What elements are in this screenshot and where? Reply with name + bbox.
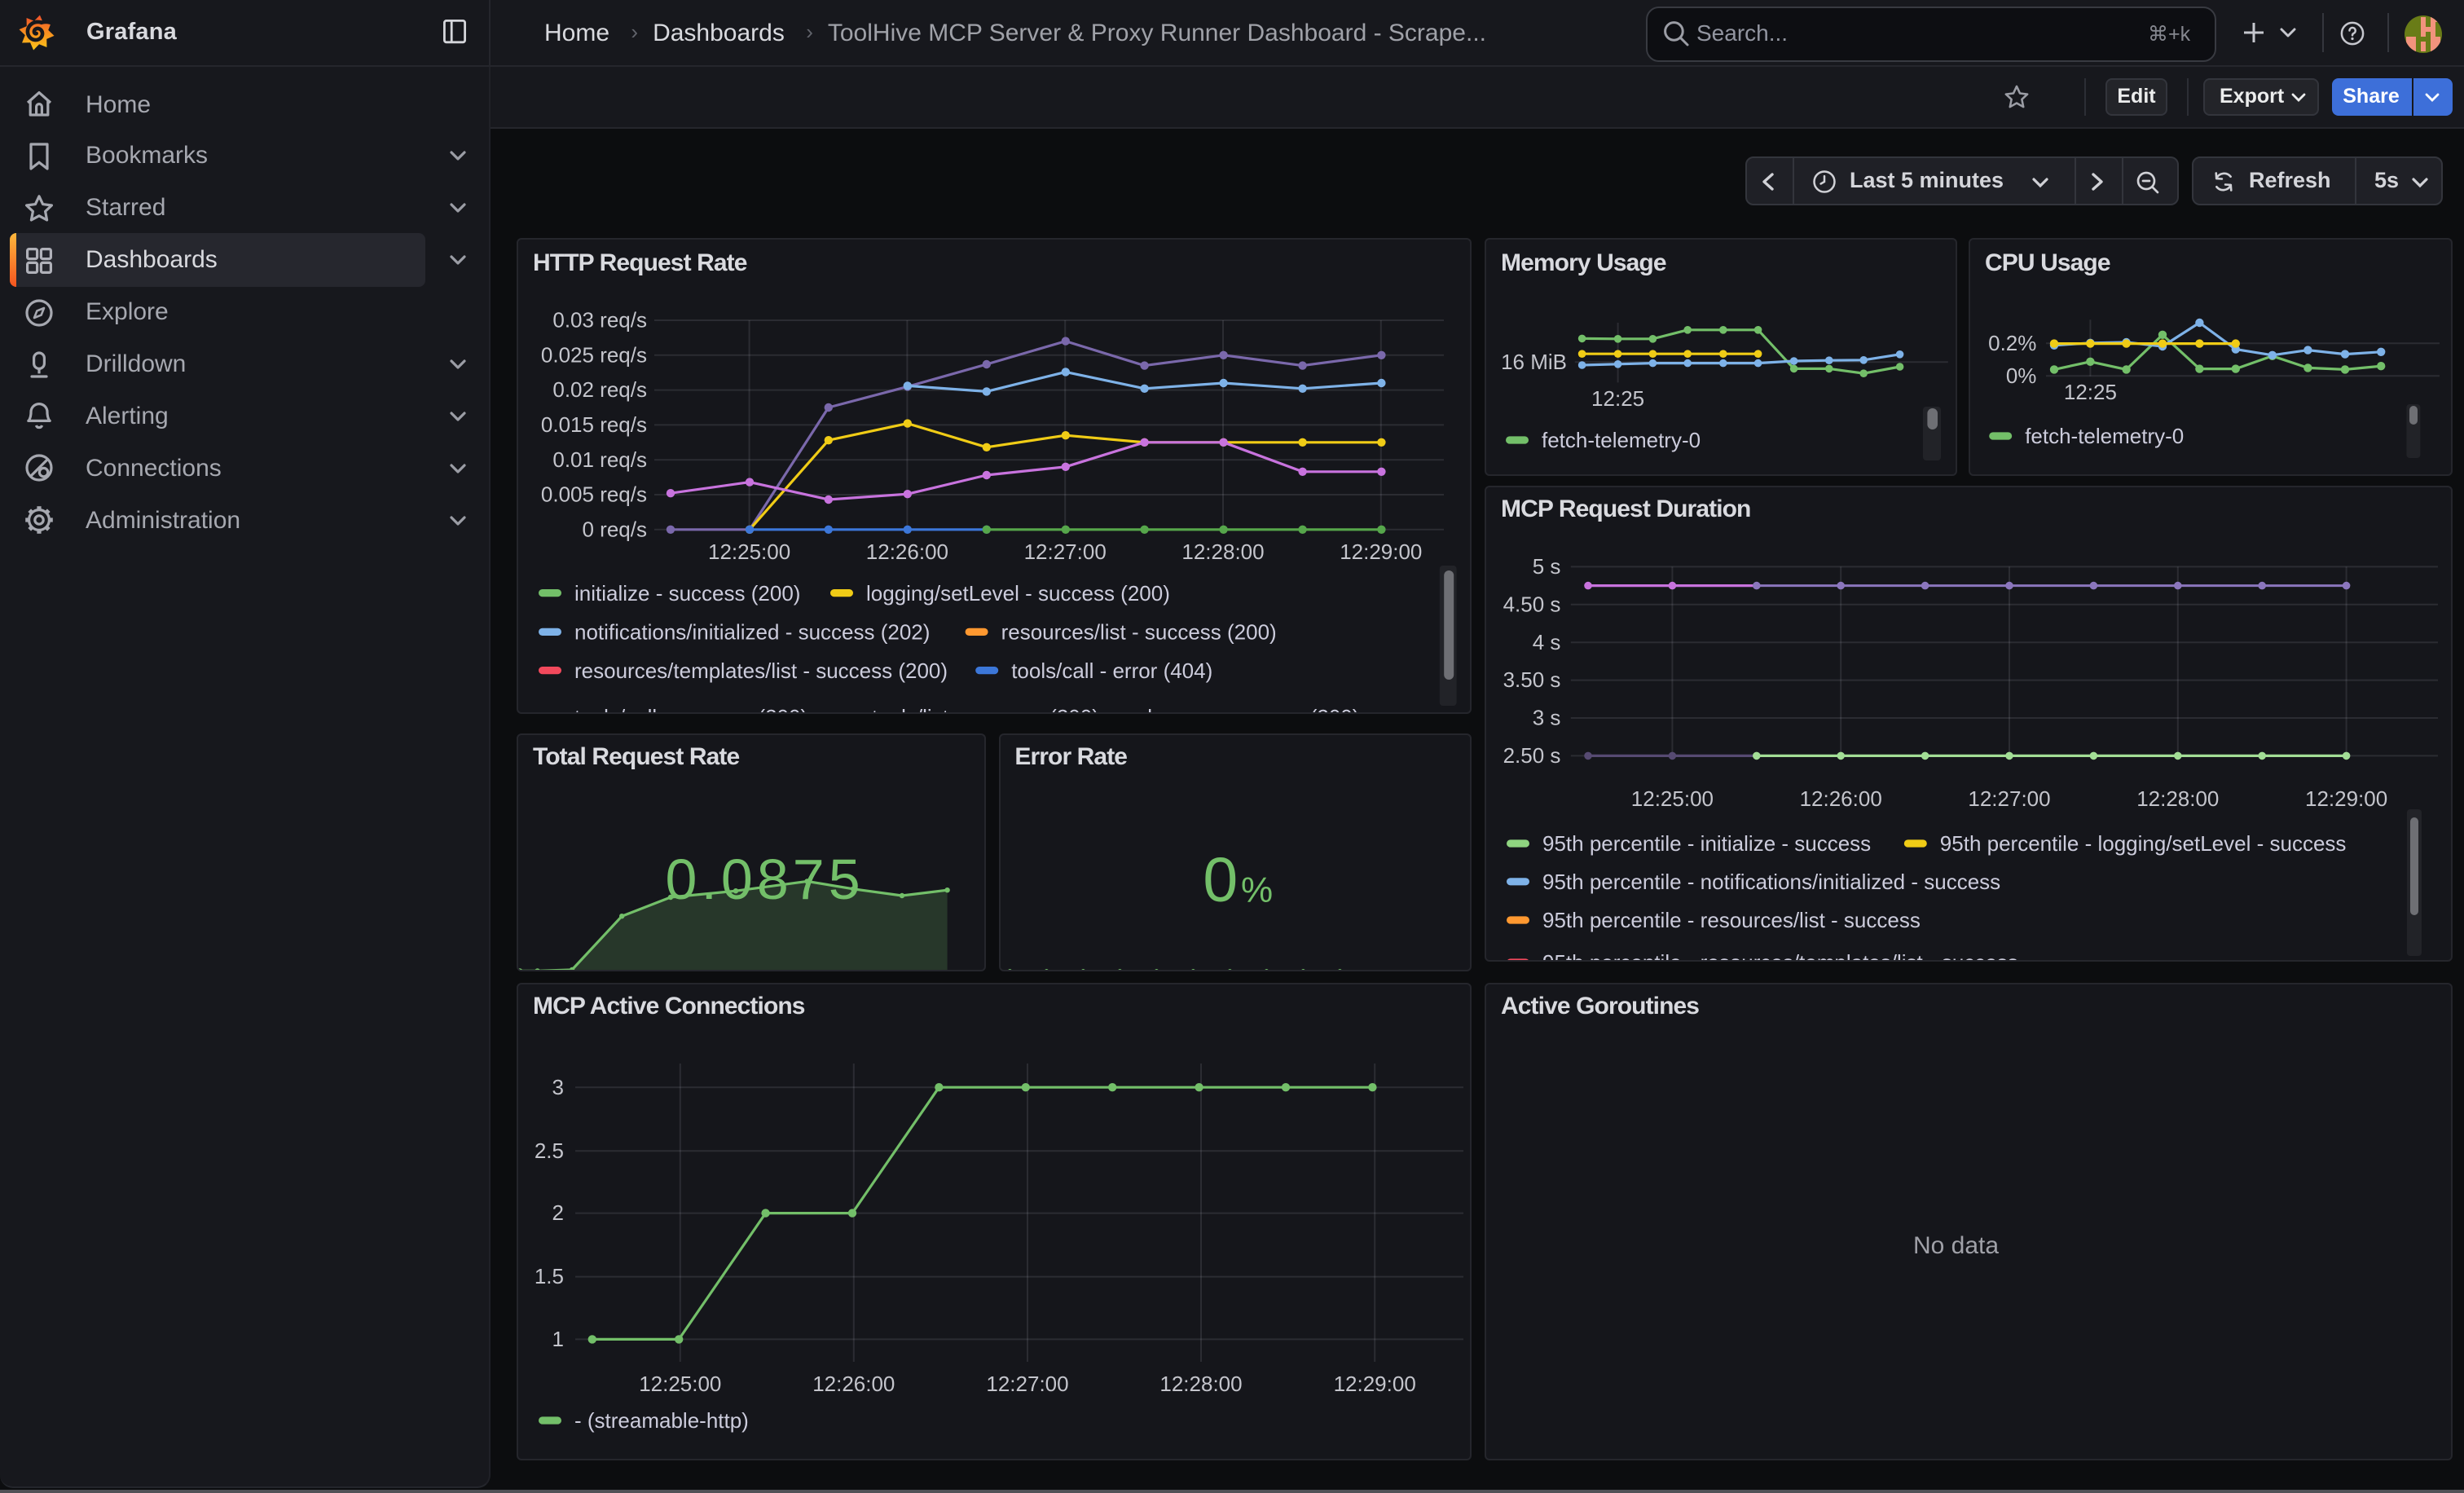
svg-text:0.2%: 0.2% — [1988, 331, 2036, 355]
svg-text:12:27:00: 12:27:00 — [1968, 786, 2050, 810]
svg-text:unknown - success (200): unknown - success (200) — [1124, 705, 1359, 713]
svg-text:0%: 0% — [2006, 363, 2037, 388]
svg-text:95th percentile - initialize -: 95th percentile - initialize - success — [1542, 830, 1871, 855]
svg-text:12:28:00: 12:28:00 — [1159, 1371, 1242, 1395]
svg-text:resources/templates/list - suc: resources/templates/list - success (200) — [574, 658, 948, 683]
svg-text:0.02 req/s: 0.02 req/s — [552, 377, 647, 402]
svg-text:tools/call - error (404): tools/call - error (404) — [1011, 658, 1212, 683]
svg-text:1.5: 1.5 — [535, 1263, 564, 1288]
svg-text:tools/list - success (200): tools/list - success (200) — [872, 705, 1099, 713]
svg-text:2: 2 — [552, 1200, 564, 1224]
svg-text:12:25:00: 12:25:00 — [708, 540, 790, 564]
svg-text:12:29:00: 12:29:00 — [1340, 540, 1422, 564]
svg-text:%: % — [1240, 870, 1272, 909]
svg-text:12:25: 12:25 — [1591, 386, 1644, 411]
svg-text:notifications/initialized - su: notifications/initialized - success (202… — [574, 619, 930, 644]
svg-text:- (streamable-http): - (streamable-http) — [574, 1407, 749, 1432]
svg-text:2.5: 2.5 — [535, 1138, 564, 1162]
svg-text:logging/setLevel - success (20: logging/setLevel - success (200) — [866, 581, 1170, 606]
svg-text:0: 0 — [1203, 844, 1238, 914]
svg-text:12:29:00: 12:29:00 — [1334, 1371, 1416, 1395]
svg-text:12:26:00: 12:26:00 — [866, 540, 948, 564]
svg-text:tools/call - success (200): tools/call - success (200) — [574, 705, 807, 713]
svg-text:2.50 s: 2.50 s — [1503, 742, 1561, 767]
svg-text:12:27:00: 12:27:00 — [986, 1371, 1068, 1395]
svg-text:resources/list - success (200): resources/list - success (200) — [1001, 619, 1277, 644]
svg-text:12:29:00: 12:29:00 — [2305, 786, 2387, 810]
svg-text:12:28:00: 12:28:00 — [2136, 786, 2219, 810]
svg-text:0.005 req/s: 0.005 req/s — [541, 482, 647, 507]
svg-text:3.50 s: 3.50 s — [1503, 667, 1561, 691]
svg-text:12:26:00: 12:26:00 — [812, 1371, 895, 1395]
svg-text:12:25:00: 12:25:00 — [1631, 786, 1714, 810]
svg-text:12:26:00: 12:26:00 — [1800, 786, 1882, 810]
svg-text:fetch-telemetry-0: fetch-telemetry-0 — [1542, 428, 1701, 452]
svg-text:5 s: 5 s — [1533, 553, 1561, 578]
svg-text:95th percentile - logging/setL: 95th percentile - logging/setLevel - suc… — [1940, 830, 2347, 855]
svg-text:1: 1 — [552, 1326, 564, 1350]
svg-text:3: 3 — [552, 1074, 564, 1099]
svg-text:3 s: 3 s — [1533, 705, 1561, 729]
svg-text:12:28:00: 12:28:00 — [1181, 540, 1264, 564]
svg-text:16 MiB: 16 MiB — [1501, 350, 1567, 374]
svg-text:0 req/s: 0 req/s — [583, 517, 648, 541]
svg-text:0.01 req/s: 0.01 req/s — [552, 447, 647, 472]
svg-text:0.015 req/s: 0.015 req/s — [541, 412, 647, 437]
svg-text:0.0875: 0.0875 — [666, 847, 865, 910]
svg-text:95th percentile - notification: 95th percentile - notifications/initiali… — [1542, 869, 2000, 893]
svg-text:12:25: 12:25 — [2064, 380, 2117, 404]
svg-text:initialize - success (200): initialize - success (200) — [574, 581, 800, 606]
svg-text:12:27:00: 12:27:00 — [1024, 540, 1107, 564]
svg-text:95th percentile - resources/li: 95th percentile - resources/list - succe… — [1542, 907, 1921, 931]
svg-text:4.50 s: 4.50 s — [1503, 591, 1561, 615]
svg-text:95th percentile - resources/te: 95th percentile - resources/templates/li… — [1542, 949, 2018, 961]
svg-text:4 s: 4 s — [1533, 629, 1561, 654]
svg-text:0.025 req/s: 0.025 req/s — [541, 342, 647, 367]
svg-text:fetch-telemetry-0: fetch-telemetry-0 — [2025, 424, 2184, 448]
svg-text:12:25:00: 12:25:00 — [639, 1371, 721, 1395]
svg-text:0.03 req/s: 0.03 req/s — [552, 308, 647, 333]
